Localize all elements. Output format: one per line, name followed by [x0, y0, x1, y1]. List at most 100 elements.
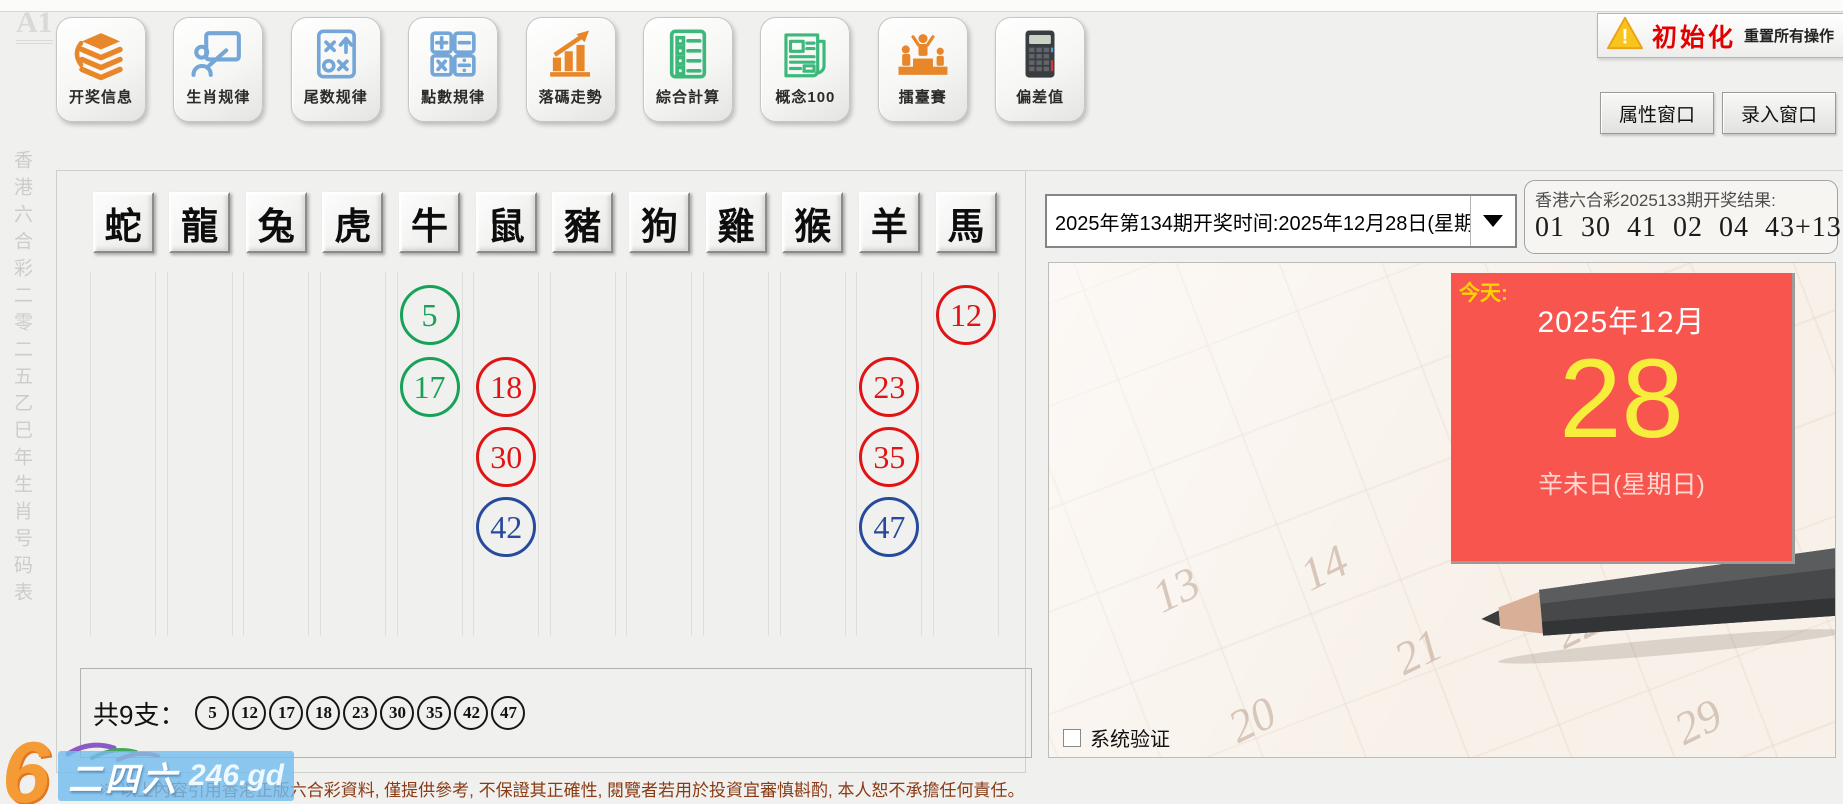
- summary-ball: 5: [195, 696, 230, 730]
- grid-column: [243, 272, 310, 636]
- toolbar-button[interactable]: 偏差值: [995, 17, 1086, 122]
- system-check-row: 系统验证: [1063, 723, 1170, 752]
- number-ball: 30: [476, 427, 537, 487]
- init-button-title: 初始化: [1652, 23, 1737, 52]
- number-ball: 5: [399, 285, 460, 345]
- summary-balls: 5 12 17 18 23 30 35 42 47: [195, 696, 528, 730]
- draw-period-value: 2025年第134期开奖时间:2025年12月28日(星期日): [1055, 212, 1470, 235]
- site-logo-digit: 6: [2, 725, 50, 804]
- latest-result-box: 香港六合彩2025133期开奖结果: 01 30 41 02 04 43+13: [1524, 180, 1842, 254]
- zodiac-tab[interactable]: 兔: [245, 192, 307, 253]
- tactics-icon: [307, 25, 365, 83]
- zodiac-tab[interactable]: 虎: [322, 192, 384, 253]
- summary-ball: 30: [380, 696, 415, 730]
- summary-box: 共9支： 5 12 17 18 23 30 35 42 47: [80, 668, 1032, 758]
- toolbar-button-label: 偏差值: [1016, 89, 1065, 106]
- toolbar-button[interactable]: 落碼走勢: [525, 17, 616, 122]
- today-calendar-card: 今天: 2025年12月 28 辛未日(星期日): [1451, 273, 1795, 564]
- toolbar-button-label: 生肖规律: [186, 89, 251, 106]
- zodiac-tab[interactable]: 羊: [858, 192, 920, 253]
- summary-ball: 18: [306, 696, 341, 730]
- toolbar-button-label: 擂臺賽: [898, 89, 947, 106]
- properties-window-button[interactable]: 属性窗口: [1600, 92, 1714, 134]
- left-vertical-caption: 香港六合彩二零二五乙巳年生肖号码表: [11, 150, 32, 609]
- system-check-checkbox[interactable]: [1063, 728, 1081, 747]
- number-ball: 17: [399, 357, 460, 417]
- toolbar-button[interactable]: 开奖信息: [56, 17, 146, 122]
- zodiac-tab[interactable]: 雞: [705, 192, 767, 253]
- toolbar-button[interactable]: 點數規律: [408, 17, 499, 122]
- init-button-subtitle: 重置所有操作: [1744, 28, 1835, 45]
- zodiac-tab[interactable]: 馬: [935, 192, 997, 253]
- today-label: 今天:: [1459, 282, 1508, 305]
- top-divider: [1024, 170, 1843, 171]
- toolbar-button-label: 落碼走勢: [538, 89, 603, 106]
- grid-column: 18 30 42: [473, 272, 540, 636]
- zodiac-tab[interactable]: 狗: [628, 192, 690, 253]
- number-ball: 12: [936, 285, 997, 345]
- grid-column: [779, 272, 846, 636]
- site-watermark: 二四六 246.gd: [58, 751, 294, 801]
- toolbar-button-label: 點數規律: [421, 89, 486, 106]
- calendar-panel: 131420212229 今天: 2025年12月 28 辛未日(星期日) 系统…: [1048, 262, 1836, 758]
- summary-ball: 35: [417, 696, 452, 730]
- books-icon: [72, 25, 130, 83]
- summary-label: 共9支：: [93, 699, 186, 730]
- site-watermark-domain: 246.gd: [188, 759, 285, 792]
- toolbar-button[interactable]: 概念100: [760, 17, 851, 122]
- init-button[interactable]: ! 初始化 重置所有操作: [1597, 13, 1843, 58]
- grid-column: [319, 272, 386, 636]
- summary-ball: 42: [454, 696, 489, 730]
- grid-column: [549, 272, 616, 636]
- calculator-icon: [1011, 25, 1069, 83]
- toolbar-button[interactable]: 尾数规律: [290, 17, 381, 122]
- zodiac-tab[interactable]: 猴: [782, 192, 844, 253]
- grid-column: 23 35 47: [856, 272, 923, 636]
- toolbar-button-label: 綜合計算: [655, 89, 720, 106]
- grid-column: [703, 272, 770, 636]
- toolbar-button[interactable]: 擂臺賽: [877, 17, 968, 122]
- math-grid-icon: [424, 25, 482, 83]
- zodiac-tab[interactable]: 牛: [399, 192, 461, 253]
- svg-text:!: !: [1622, 25, 1629, 48]
- number-ball: 35: [859, 427, 920, 487]
- system-check-label: 系统验证: [1090, 729, 1170, 751]
- latest-result-numbers: 01 30 41 02 04 43+13: [1535, 212, 1842, 243]
- zodiac-tab[interactable]: 鼠: [475, 192, 537, 253]
- grid-column: [626, 272, 693, 636]
- number-ball: 23: [859, 357, 920, 417]
- number-ball: 47: [859, 497, 920, 557]
- grid-column: [90, 272, 156, 636]
- summary-ball: 12: [232, 696, 267, 730]
- newspaper-icon: [776, 25, 834, 83]
- zodiac-tab[interactable]: 豬: [552, 192, 614, 253]
- calendar-day: 28: [1559, 336, 1684, 461]
- toolbar-button-label: 尾数规律: [303, 89, 368, 106]
- window-top-strip: [0, 0, 1843, 12]
- app-window: A1 开奖信息 生肖规律 尾数规律 點數規律 落碼走勢 綜合計算 概念100 擂…: [0, 0, 1843, 804]
- checklist-icon: [659, 25, 717, 83]
- corner-mark: A1: [16, 8, 53, 44]
- summary-ball: 17: [269, 696, 304, 730]
- entry-window-button[interactable]: 录入窗口: [1722, 92, 1836, 134]
- toolbar-button[interactable]: 生肖规律: [173, 17, 264, 122]
- summary-ball: 23: [343, 696, 378, 730]
- toolbar-button-label: 概念100: [775, 89, 836, 106]
- presentation-icon: [189, 25, 247, 83]
- warning-triangle-icon: !: [1606, 14, 1644, 57]
- number-ball: 18: [476, 357, 537, 417]
- zodiac-tab[interactable]: 龍: [169, 192, 231, 253]
- zodiac-tab[interactable]: 蛇: [92, 192, 154, 253]
- grid-column: [166, 272, 233, 636]
- trend-chart-icon: [542, 25, 600, 83]
- calendar-day-info: 辛未日(星期日): [1538, 471, 1705, 499]
- grid-column: 12: [933, 272, 1000, 636]
- number-ball: 42: [476, 497, 537, 557]
- summary-ball: 47: [491, 696, 526, 730]
- grid-column: 5 17: [396, 272, 463, 636]
- site-watermark-name: 二四六: [67, 760, 179, 799]
- draw-period-select[interactable]: 2025年第134期开奖时间:2025年12月28日(星期日): [1045, 194, 1517, 248]
- latest-result-title: 香港六合彩2025133期开奖结果:: [1535, 191, 1776, 210]
- toolbar-button[interactable]: 綜合計算: [643, 17, 733, 122]
- dropdown-arrow-icon[interactable]: [1470, 196, 1515, 246]
